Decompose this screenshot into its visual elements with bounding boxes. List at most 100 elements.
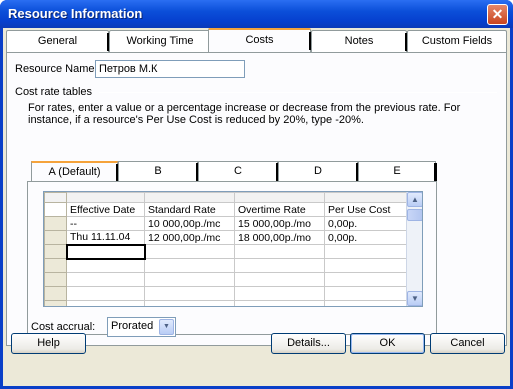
resource-information-dialog: Resource Information ✕ General Working T…	[0, 0, 513, 389]
details-button-label: Details...	[287, 337, 330, 349]
tab-notes-label: Notes	[344, 35, 374, 47]
tab-general[interactable]: General	[6, 30, 110, 52]
cost-accrual-value: Prorated	[111, 320, 154, 332]
tab-rate-e-label: E	[393, 165, 401, 177]
tab-rate-c[interactable]: C	[198, 161, 279, 181]
tab-rate-d[interactable]: D	[278, 161, 359, 181]
resource-name-label: Resource Name:	[15, 63, 98, 75]
grid-entry-strip	[44, 192, 409, 203]
main-tabs: General Working Time Costs Notes Custom …	[3, 28, 510, 53]
group-divider	[99, 92, 497, 93]
help-button-label: Help	[37, 337, 60, 349]
close-button[interactable]: ✕	[487, 4, 508, 25]
scroll-thumb[interactable]	[407, 209, 422, 221]
cancel-button[interactable]: Cancel	[430, 333, 505, 354]
dialog-body: General Working Time Costs Notes Custom …	[3, 28, 510, 386]
cell-standard-rate[interactable]: 10 000,00р./mc	[144, 216, 235, 231]
chevron-up-icon: ▲	[411, 195, 419, 204]
table-row	[44, 286, 409, 301]
close-icon: ✕	[491, 6, 504, 22]
tab-rate-b[interactable]: B	[118, 161, 199, 181]
resource-name-field[interactable]: Петров М.К	[95, 60, 245, 78]
tab-general-label: General	[37, 35, 78, 47]
tab-rate-a-label: A (Default)	[48, 166, 101, 178]
tab-notes[interactable]: Notes	[311, 30, 408, 52]
grid-cell[interactable]	[66, 258, 145, 273]
table-row	[44, 258, 409, 273]
cell-standard-rate[interactable]: 12 000,00р./mc	[144, 230, 235, 245]
title-bar[interactable]: Resource Information ✕	[0, 0, 513, 28]
row-header	[44, 216, 67, 231]
cell-per-use-cost[interactable]: 0,00р.	[324, 230, 409, 245]
table-row	[44, 272, 409, 287]
cost-accrual-select[interactable]: Prorated ▼	[107, 317, 176, 337]
grid-cell[interactable]	[144, 300, 235, 306]
hint-line-1: For rates, enter a value or a percentage…	[28, 102, 461, 114]
grid-cell[interactable]	[144, 244, 235, 259]
cost-accrual-label: Cost accrual:	[31, 321, 96, 333]
tab-custom-fields[interactable]: Custom Fields	[407, 30, 507, 52]
table-row: Thu 11.11.04 12 000,00р./mc 18 000,00р./…	[44, 230, 409, 245]
row-header	[44, 258, 67, 273]
dropdown-arrow-icon[interactable]: ▼	[159, 319, 174, 335]
grid-cell[interactable]	[144, 286, 235, 301]
tab-rate-e[interactable]: E	[358, 161, 437, 181]
table-row: -- 10 000,00р./mc 15 000,00р./mo 0,00р.	[44, 216, 409, 231]
row-header	[44, 202, 67, 217]
grid-cell[interactable]	[66, 272, 145, 287]
header-effective-date[interactable]: Effective Date	[66, 202, 145, 217]
header-per-use-cost[interactable]: Per Use Cost	[324, 202, 409, 217]
tab-costs-label: Costs	[245, 34, 274, 46]
chevron-down-icon: ▼	[411, 294, 419, 303]
cell-selected[interactable]	[65, 243, 146, 260]
cell-per-use-cost[interactable]: 0,00р.	[324, 216, 409, 231]
grid-cell[interactable]	[324, 244, 409, 259]
ok-button-label: OK	[379, 337, 396, 349]
ok-button[interactable]: OK	[350, 333, 425, 354]
row-header	[44, 244, 67, 259]
resource-name-value: Петров М.К	[99, 63, 158, 75]
grid-cell[interactable]	[66, 300, 145, 306]
scroll-up-button[interactable]: ▲	[407, 192, 422, 207]
cell-effective-date[interactable]: Thu 11.11.04	[66, 230, 145, 245]
cell-overtime-rate[interactable]: 15 000,00р./mo	[234, 216, 325, 231]
table-row	[44, 300, 409, 306]
rate-table-panel: Effective Date Standard Rate Overtime Ra…	[27, 181, 437, 335]
grid-cell[interactable]	[144, 272, 235, 287]
grid-cell[interactable]	[324, 272, 409, 287]
rate-grid[interactable]: Effective Date Standard Rate Overtime Ra…	[43, 191, 423, 307]
row-header	[44, 230, 67, 245]
grid-cell[interactable]	[234, 244, 325, 259]
grid-cell[interactable]	[324, 286, 409, 301]
help-button[interactable]: Help	[11, 333, 86, 354]
grid-cell[interactable]	[234, 300, 325, 306]
tab-rate-d-label: D	[314, 165, 322, 177]
grid-vertical-scrollbar[interactable]: ▲ ▼	[406, 192, 422, 306]
details-button[interactable]: Details...	[271, 333, 346, 354]
header-overtime-rate[interactable]: Overtime Rate	[234, 202, 325, 217]
grid-cell[interactable]	[324, 300, 409, 306]
rate-table: Effective Date Standard Rate Overtime Ra…	[44, 192, 409, 306]
dialog-title: Resource Information	[8, 6, 143, 21]
table-row	[44, 243, 409, 260]
corner-cell	[44, 192, 67, 203]
grid-cell[interactable]	[144, 258, 235, 273]
cell-effective-date[interactable]: --	[66, 216, 145, 231]
tab-working-time-label: Working Time	[126, 35, 194, 47]
header-standard-rate[interactable]: Standard Rate	[144, 202, 235, 217]
grid-cell[interactable]	[66, 286, 145, 301]
scroll-down-button[interactable]: ▼	[407, 291, 422, 306]
grid-cell[interactable]	[324, 258, 409, 273]
row-header	[44, 272, 67, 287]
grid-cell[interactable]	[234, 286, 325, 301]
grid-cell[interactable]	[234, 258, 325, 273]
cell-overtime-rate[interactable]: 18 000,00р./mo	[234, 230, 325, 245]
tab-rate-a[interactable]: A (Default)	[31, 161, 119, 183]
cancel-button-label: Cancel	[450, 337, 485, 349]
tab-costs[interactable]: Costs	[208, 28, 312, 53]
grid-cell[interactable]	[234, 272, 325, 287]
table-header-row: Effective Date Standard Rate Overtime Ra…	[44, 202, 409, 217]
tab-rate-c-label: C	[234, 165, 242, 177]
tab-working-time[interactable]: Working Time	[109, 30, 211, 52]
tab-custom-fields-label: Custom Fields	[421, 35, 493, 47]
